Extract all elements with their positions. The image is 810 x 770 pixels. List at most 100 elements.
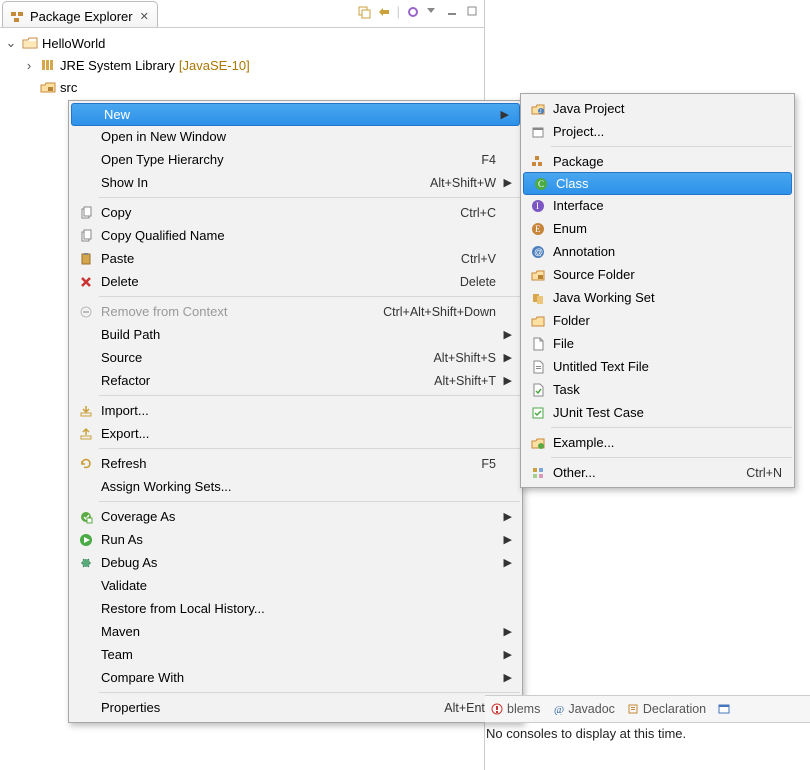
ctx-team[interactable]: Team ▶ bbox=[69, 643, 522, 666]
focus-icon[interactable] bbox=[406, 5, 420, 19]
new-folder[interactable]: Folder bbox=[521, 309, 794, 332]
new-class[interactable]: C Class bbox=[523, 172, 792, 195]
ctx-paste[interactable]: Paste Ctrl+V bbox=[69, 247, 522, 270]
minimize-icon[interactable] bbox=[446, 5, 460, 19]
ctx-refresh[interactable]: Refresh F5 bbox=[69, 452, 522, 475]
new-submenu: J Java Project Project... Package C Clas… bbox=[520, 93, 795, 488]
menu-label: Coverage As bbox=[97, 509, 502, 524]
menu-label: Team bbox=[97, 647, 502, 662]
ctx-maven[interactable]: Maven ▶ bbox=[69, 620, 522, 643]
expander-icon[interactable]: ⌄ bbox=[4, 36, 18, 50]
tree-project-row[interactable]: ⌄ HelloWorld bbox=[4, 32, 480, 54]
remove-ctx-icon bbox=[75, 305, 97, 319]
link-editor-icon[interactable] bbox=[377, 5, 391, 19]
menu-label: Show In bbox=[97, 175, 430, 190]
new-source-folder[interactable]: Source Folder bbox=[521, 263, 794, 286]
new-task[interactable]: Task bbox=[521, 378, 794, 401]
tab-javadoc[interactable]: @ Javadoc bbox=[552, 696, 615, 722]
submenu-arrow-icon: ▶ bbox=[499, 108, 509, 121]
ctx-refactor[interactable]: Refactor Alt+Shift+T▶ bbox=[69, 369, 522, 392]
ctx-copy-qualified-name[interactable]: Copy Qualified Name bbox=[69, 224, 522, 247]
javadoc-icon: @ bbox=[552, 703, 564, 715]
ctx-restore-from-local-history[interactable]: Restore from Local History... bbox=[69, 597, 522, 620]
submenu-arrow-icon: ▶ bbox=[502, 374, 512, 387]
ctx-validate[interactable]: Validate bbox=[69, 574, 522, 597]
new-untitled-text-file[interactable]: Untitled Text File bbox=[521, 355, 794, 378]
menu-label: Debug As bbox=[97, 555, 502, 570]
new-file[interactable]: File bbox=[521, 332, 794, 355]
ctx-coverage-as[interactable]: Coverage As ▶ bbox=[69, 505, 522, 528]
ctx-assign-working-sets[interactable]: Assign Working Sets... bbox=[69, 475, 522, 498]
menu-label: Copy bbox=[97, 205, 460, 220]
menu-separator bbox=[99, 296, 520, 297]
bottom-views-tabbar: blems @ Javadoc Declaration bbox=[485, 695, 810, 723]
paste-icon bbox=[75, 252, 97, 266]
ctx-export[interactable]: Export... bbox=[69, 422, 522, 445]
new-other[interactable]: Other... Ctrl+N bbox=[521, 461, 794, 484]
menu-accel: Alt+Shift+W bbox=[430, 176, 502, 190]
project-icon bbox=[527, 125, 549, 139]
copy-icon bbox=[75, 206, 97, 220]
new-annotation[interactable]: @ Annotation bbox=[521, 240, 794, 263]
ctx-run-as[interactable]: Run As ▶ bbox=[69, 528, 522, 551]
new-enum[interactable]: E Enum bbox=[521, 217, 794, 240]
console-icon bbox=[718, 703, 730, 715]
menu-label: Import... bbox=[97, 403, 502, 418]
new-project[interactable]: Project... bbox=[521, 120, 794, 143]
menu-label: Remove from Context bbox=[97, 304, 383, 319]
ctx-open-in-new-window[interactable]: Open in New Window bbox=[69, 125, 522, 148]
menu-accel: Alt+Shift+T bbox=[434, 374, 502, 388]
tab-label: Javadoc bbox=[568, 702, 615, 716]
ctx-show-in[interactable]: Show In Alt+Shift+W▶ bbox=[69, 171, 522, 194]
view-tab-bar: Package Explorer ✕ | bbox=[0, 0, 484, 28]
ctx-compare-with[interactable]: Compare With ▶ bbox=[69, 666, 522, 689]
submenu-arrow-icon: ▶ bbox=[502, 671, 512, 684]
menu-accel: Ctrl+C bbox=[460, 206, 502, 220]
ctx-delete[interactable]: Delete Delete bbox=[69, 270, 522, 293]
view-menu-icon[interactable] bbox=[426, 5, 440, 19]
ctx-copy[interactable]: Copy Ctrl+C bbox=[69, 201, 522, 224]
ctx-source[interactable]: Source Alt+Shift+S▶ bbox=[69, 346, 522, 369]
tree-jre-row[interactable]: › JRE System Library [JavaSE-10] bbox=[4, 54, 480, 76]
delete-icon bbox=[75, 275, 97, 289]
ctx-properties[interactable]: Properties Alt+Enter bbox=[69, 696, 522, 719]
ctx-build-path[interactable]: Build Path ▶ bbox=[69, 323, 522, 346]
new-example[interactable]: Example... bbox=[521, 431, 794, 454]
new-java-project[interactable]: J Java Project bbox=[521, 97, 794, 120]
new-package[interactable]: Package bbox=[521, 150, 794, 173]
import-icon bbox=[75, 404, 97, 418]
ctx-open-type-hierarchy[interactable]: Open Type Hierarchy F4 bbox=[69, 148, 522, 171]
new-java-working-set[interactable]: Java Working Set bbox=[521, 286, 794, 309]
tree-src-row[interactable]: src bbox=[4, 76, 480, 98]
ctx-remove-from-context[interactable]: Remove from Context Ctrl+Alt+Shift+Down bbox=[69, 300, 522, 323]
new-interface[interactable]: I Interface bbox=[521, 194, 794, 217]
debug-icon bbox=[75, 556, 97, 570]
tab-console-partial[interactable] bbox=[718, 696, 730, 722]
tab-package-explorer[interactable]: Package Explorer ✕ bbox=[2, 1, 158, 27]
package-explorer-icon bbox=[9, 8, 25, 24]
working-set-icon bbox=[527, 291, 549, 305]
toolbar-separator: | bbox=[397, 4, 400, 19]
ctx-new[interactable]: New ▶ bbox=[71, 103, 520, 126]
collapse-all-icon[interactable] bbox=[357, 5, 371, 19]
source-folder-icon bbox=[527, 268, 549, 282]
expander-icon[interactable]: › bbox=[22, 58, 36, 72]
new-junit-test-case[interactable]: JUnit Test Case bbox=[521, 401, 794, 424]
menu-separator bbox=[99, 501, 520, 502]
tab-label: Package Explorer bbox=[30, 9, 133, 24]
close-icon[interactable]: ✕ bbox=[140, 10, 149, 23]
console-empty-message: No consoles to display at this time. bbox=[486, 726, 686, 741]
menu-label: Package bbox=[549, 154, 784, 169]
maximize-icon[interactable] bbox=[466, 5, 480, 19]
tab-problems[interactable]: blems bbox=[491, 696, 540, 722]
ctx-debug-as[interactable]: Debug As ▶ bbox=[69, 551, 522, 574]
menu-label: New bbox=[100, 107, 499, 122]
menu-label: Example... bbox=[549, 435, 784, 450]
tab-declaration[interactable]: Declaration bbox=[627, 696, 706, 722]
submenu-arrow-icon: ▶ bbox=[502, 533, 512, 546]
ctx-import[interactable]: Import... bbox=[69, 399, 522, 422]
svg-text:C: C bbox=[538, 179, 544, 189]
menu-label: Properties bbox=[97, 700, 444, 715]
submenu-arrow-icon: ▶ bbox=[502, 351, 512, 364]
svg-text:@: @ bbox=[554, 704, 564, 715]
